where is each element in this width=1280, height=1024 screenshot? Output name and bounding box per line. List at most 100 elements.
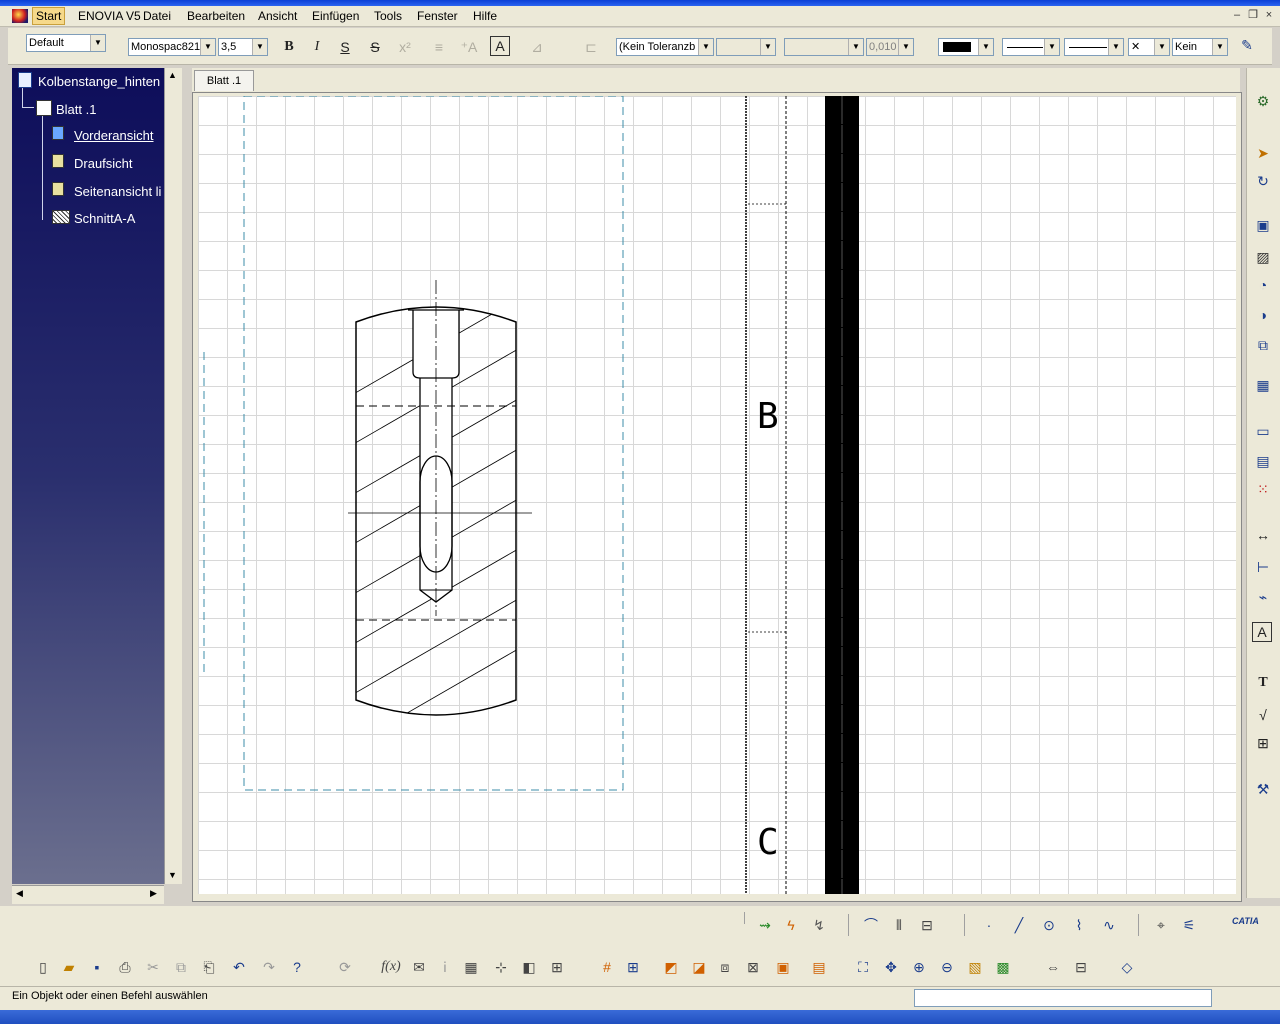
print-icon[interactable]: ⎙: [114, 956, 136, 978]
scroll-up-icon[interactable]: ▲: [168, 70, 177, 80]
refresh-icon[interactable]: ⟳: [334, 956, 356, 978]
mirror-icon[interactable]: ⫴: [888, 914, 910, 936]
help-icon[interactable]: ?: [286, 956, 308, 978]
scroll-right-icon[interactable]: ▶: [150, 888, 157, 899]
profile-icon[interactable]: ⌇: [1068, 914, 1090, 936]
point-style-combo[interactable]: ✕ ▼: [1128, 38, 1170, 56]
spline-icon[interactable]: ∿: [1098, 914, 1120, 936]
analysis-display-icon[interactable]: ⊠: [742, 956, 764, 978]
filter-icon[interactable]: ◪: [688, 956, 710, 978]
clipping-view-icon[interactable]: ◑: [1252, 304, 1274, 326]
save-icon[interactable]: ▪: [86, 956, 108, 978]
menu-datei[interactable]: Datei: [143, 9, 171, 23]
tree-view-side[interactable]: Seitenansicht li: [74, 184, 161, 199]
grid-table-icon[interactable]: ⊞: [1252, 732, 1274, 754]
copy-format-icon[interactable]: ✎: [1236, 34, 1258, 56]
drawing-canvas[interactable]: B C: [198, 96, 1236, 894]
grid-icon[interactable]: #: [596, 956, 618, 978]
generate-dimensions-icon[interactable]: ⚒: [1252, 778, 1274, 800]
wizard-icon[interactable]: ⧉: [1252, 334, 1274, 356]
transform-icon[interactable]: ⊟: [916, 914, 938, 936]
menu-fenster[interactable]: Fenster: [417, 9, 458, 23]
text-frame-icon[interactable]: A: [1252, 622, 1272, 642]
select-arrow-icon[interactable]: ➤: [1252, 142, 1274, 164]
strikethrough-button[interactable]: S: [364, 36, 386, 58]
tolerance-lower-combo[interactable]: ▼: [784, 38, 864, 56]
redo-icon[interactable]: ↷: [258, 956, 280, 978]
snap-grid-icon[interactable]: ⊞: [622, 956, 644, 978]
table-icon[interactable]: ▤: [1252, 450, 1274, 472]
zoom-in-icon[interactable]: ⊕: [908, 956, 930, 978]
dimension-icon[interactable]: ↔: [1252, 524, 1274, 546]
info-icon[interactable]: ⅰ: [434, 956, 456, 978]
tree-vertical-scrollbar[interactable]: ▲ ▼: [164, 68, 182, 884]
tolerance-icon[interactable]: ⌁: [1252, 586, 1274, 608]
view-from-3d-icon[interactable]: ◩: [660, 956, 682, 978]
arc-icon[interactable]: ⌒: [860, 914, 882, 936]
open-folder-icon[interactable]: ▰: [58, 956, 80, 978]
datum-feature-icon[interactable]: ⊿: [526, 36, 548, 58]
restore-icon[interactable]: ❐: [1246, 9, 1260, 21]
italic-button[interactable]: I: [306, 36, 328, 58]
tree-view-front[interactable]: Vorderansicht: [74, 128, 154, 143]
line-thickness-combo[interactable]: ▼: [1002, 38, 1060, 56]
circle-icon[interactable]: ⊙: [1038, 914, 1060, 936]
analysis-icon[interactable]: ⚟: [1178, 914, 1200, 936]
tab-sheet-1[interactable]: Blatt .1: [194, 70, 254, 91]
text-anchor-icon[interactable]: ⁺A: [458, 36, 480, 58]
menu-einfuegen[interactable]: Einfügen: [312, 9, 359, 23]
view-compass-icon[interactable]: ⚙: [1252, 90, 1274, 112]
normal-view-icon[interactable]: ▧: [964, 956, 986, 978]
line-icon[interactable]: ╱: [1008, 914, 1030, 936]
pan-icon[interactable]: ✥: [880, 956, 902, 978]
lightning-icon[interactable]: ϟ: [780, 914, 802, 936]
design-table-icon[interactable]: ▦: [460, 956, 482, 978]
font-combo[interactable]: Monospac821 ▼: [128, 38, 216, 56]
tree-sheet-label[interactable]: Blatt .1: [56, 102, 96, 117]
copy-icon[interactable]: ⧉: [170, 956, 192, 978]
detail-view-icon[interactable]: ◔: [1252, 274, 1274, 296]
roughness-icon[interactable]: √: [1252, 704, 1274, 726]
cut-icon[interactable]: ✂: [142, 956, 164, 978]
zoom-out-icon[interactable]: ⊖: [936, 956, 958, 978]
point-icon[interactable]: ·: [978, 914, 1000, 936]
paste-icon[interactable]: ⎗: [198, 956, 220, 978]
menu-start[interactable]: Start: [32, 7, 66, 25]
fit-all-icon[interactable]: ⛶: [852, 956, 874, 978]
command-input[interactable]: [914, 989, 1212, 1007]
snap-icon[interactable]: ⌖: [1150, 914, 1172, 936]
sheet-background-icon[interactable]: ▤: [808, 956, 830, 978]
measure-icon[interactable]: ⇔: [1042, 956, 1064, 978]
line-type-combo[interactable]: ▼: [1064, 38, 1124, 56]
menu-enovia[interactable]: ENOVIA V5: [78, 9, 141, 23]
lock-icon[interactable]: ◧: [518, 956, 540, 978]
bold-button[interactable]: B: [278, 36, 300, 58]
tree-view-section[interactable]: SchnittA-A: [74, 211, 135, 226]
underline-button[interactable]: S: [334, 36, 356, 58]
catia-app-icon[interactable]: [12, 9, 28, 23]
text-icon[interactable]: T: [1252, 672, 1274, 694]
multi-view-icon[interactable]: ▩: [992, 956, 1014, 978]
menu-bearbeiten[interactable]: Bearbeiten: [187, 9, 245, 23]
menu-hilfe[interactable]: Hilfe: [473, 9, 497, 23]
knowledge-icon[interactable]: ⊞: [546, 956, 568, 978]
close-icon[interactable]: ×: [1262, 9, 1276, 21]
font-size-combo[interactable]: 3,5 ▼: [218, 38, 268, 56]
dress-up-icon[interactable]: ⧈: [714, 956, 736, 978]
frame-button[interactable]: A: [490, 36, 510, 56]
tolerance-upper-combo[interactable]: ▼: [716, 38, 776, 56]
tolerance-combo[interactable]: (Kein Toleranzb ▼: [616, 38, 714, 56]
points-icon[interactable]: ⁙: [1252, 478, 1274, 500]
pattern-combo[interactable]: Kein ▼: [1172, 38, 1228, 56]
color-combo[interactable]: ▼: [938, 38, 994, 56]
undo-icon[interactable]: ↶: [228, 956, 250, 978]
front-view-icon[interactable]: ▣: [1252, 214, 1274, 236]
tree-root-label[interactable]: Kolbenstange_hinten: [38, 74, 160, 89]
align-left-icon[interactable]: ≡: [428, 36, 450, 58]
menu-tools[interactable]: Tools: [374, 9, 402, 23]
rectangle-icon[interactable]: ▭: [1252, 420, 1274, 442]
tree-view-top[interactable]: Draufsicht: [74, 156, 133, 171]
hierarchy-icon[interactable]: ⊹: [490, 956, 512, 978]
dimension-chain-icon[interactable]: ⊢: [1252, 556, 1274, 578]
symbol-icon[interactable]: ⊏: [580, 36, 602, 58]
